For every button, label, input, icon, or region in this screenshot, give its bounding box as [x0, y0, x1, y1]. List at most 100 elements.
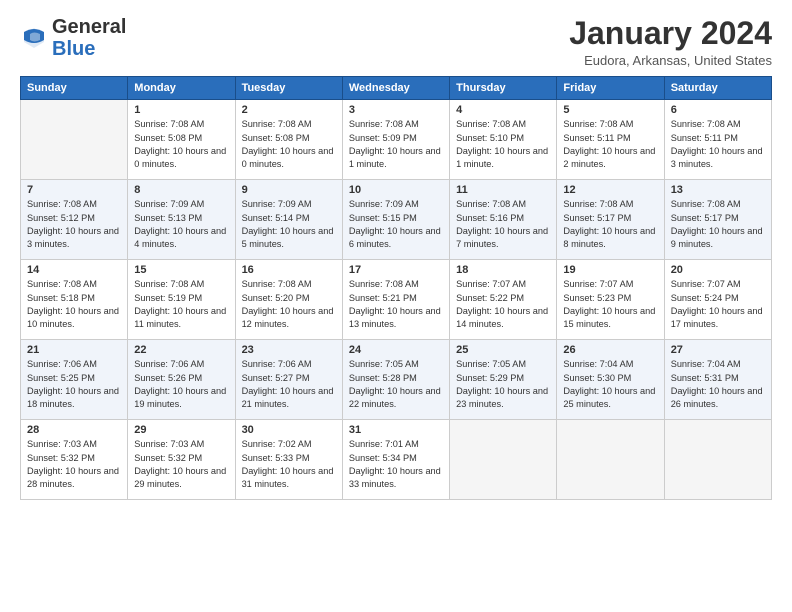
logo-blue: Blue — [52, 38, 126, 60]
day-number: 21 — [27, 344, 121, 356]
day-number: 10 — [349, 184, 443, 196]
day-info: Sunrise: 7:07 AM Sunset: 5:24 PM Dayligh… — [671, 278, 765, 331]
day-number: 20 — [671, 264, 765, 276]
day-cell — [450, 420, 557, 500]
location: Eudora, Arkansas, United States — [569, 53, 772, 68]
week-row-4: 21 Sunrise: 7:06 AM Sunset: 5:25 PM Dayli… — [21, 340, 772, 420]
day-info: Sunrise: 7:07 AM Sunset: 5:23 PM Dayligh… — [563, 278, 657, 331]
day-info: Sunrise: 7:09 AM Sunset: 5:14 PM Dayligh… — [242, 198, 336, 251]
day-number: 3 — [349, 104, 443, 116]
day-cell — [664, 420, 771, 500]
day-cell: 2 Sunrise: 7:08 AM Sunset: 5:08 PM Daylig… — [235, 100, 342, 180]
day-info: Sunrise: 7:08 AM Sunset: 5:12 PM Dayligh… — [27, 198, 121, 251]
day-number: 23 — [242, 344, 336, 356]
day-cell: 28 Sunrise: 7:03 AM Sunset: 5:32 PM Dayli… — [21, 420, 128, 500]
day-number: 27 — [671, 344, 765, 356]
day-info: Sunrise: 7:06 AM Sunset: 5:26 PM Dayligh… — [134, 358, 228, 411]
day-cell: 8 Sunrise: 7:09 AM Sunset: 5:13 PM Daylig… — [128, 180, 235, 260]
day-cell: 3 Sunrise: 7:08 AM Sunset: 5:09 PM Daylig… — [342, 100, 449, 180]
header-row: SundayMondayTuesdayWednesdayThursdayFrid… — [21, 77, 772, 100]
day-info: Sunrise: 7:08 AM Sunset: 5:18 PM Dayligh… — [27, 278, 121, 331]
day-cell: 10 Sunrise: 7:09 AM Sunset: 5:15 PM Dayli… — [342, 180, 449, 260]
week-row-3: 14 Sunrise: 7:08 AM Sunset: 5:18 PM Dayli… — [21, 260, 772, 340]
day-cell: 12Sunrise: 7:08 AM Sunset: 5:17 PM Dayli… — [557, 180, 664, 260]
day-number: 30 — [242, 424, 336, 436]
day-info: Sunrise: 7:06 AM Sunset: 5:25 PM Dayligh… — [27, 358, 121, 411]
day-cell: 1Sunrise: 7:08 AM Sunset: 5:08 PM Daylig… — [128, 100, 235, 180]
day-info: Sunrise: 7:04 AM Sunset: 5:31 PM Dayligh… — [671, 358, 765, 411]
day-cell: 16Sunrise: 7:08 AM Sunset: 5:20 PM Dayli… — [235, 260, 342, 340]
logo: General Blue — [20, 16, 126, 60]
day-info: Sunrise: 7:08 AM Sunset: 5:08 PM Dayligh… — [242, 118, 336, 171]
day-info: Sunrise: 7:05 AM Sunset: 5:28 PM Dayligh… — [349, 358, 443, 411]
day-info: Sunrise: 7:08 AM Sunset: 5:20 PM Dayligh… — [242, 278, 336, 331]
day-cell: 13Sunrise: 7:08 AM Sunset: 5:17 PM Dayli… — [664, 180, 771, 260]
day-cell: 14 Sunrise: 7:08 AM Sunset: 5:18 PM Dayli… — [21, 260, 128, 340]
day-info: Sunrise: 7:08 AM Sunset: 5:09 PM Dayligh… — [349, 118, 443, 171]
day-cell: 11 Sunrise: 7:08 AM Sunset: 5:16 PM Dayli… — [450, 180, 557, 260]
day-number: 2 — [242, 104, 336, 116]
col-header-sunday: Sunday — [21, 77, 128, 100]
day-cell: 22 Sunrise: 7:06 AM Sunset: 5:26 PM Dayli… — [128, 340, 235, 420]
day-cell: 29Sunrise: 7:03 AM Sunset: 5:32 PM Dayli… — [128, 420, 235, 500]
day-cell: 20 Sunrise: 7:07 AM Sunset: 5:24 PM Dayli… — [664, 260, 771, 340]
week-row-1: 1Sunrise: 7:08 AM Sunset: 5:08 PM Daylig… — [21, 100, 772, 180]
day-info: Sunrise: 7:04 AM Sunset: 5:30 PM Dayligh… — [563, 358, 657, 411]
day-number: 22 — [134, 344, 228, 356]
day-cell: 25 Sunrise: 7:05 AM Sunset: 5:29 PM Dayli… — [450, 340, 557, 420]
day-info: Sunrise: 7:01 AM Sunset: 5:34 PM Dayligh… — [349, 438, 443, 491]
day-number: 14 — [27, 264, 121, 276]
day-number: 5 — [563, 104, 657, 116]
month-title: January 2024 — [569, 16, 772, 51]
day-cell: 26Sunrise: 7:04 AM Sunset: 5:30 PM Dayli… — [557, 340, 664, 420]
day-info: Sunrise: 7:03 AM Sunset: 5:32 PM Dayligh… — [27, 438, 121, 491]
col-header-tuesday: Tuesday — [235, 77, 342, 100]
day-info: Sunrise: 7:02 AM Sunset: 5:33 PM Dayligh… — [242, 438, 336, 491]
day-cell: 6Sunrise: 7:08 AM Sunset: 5:11 PM Daylig… — [664, 100, 771, 180]
day-number: 8 — [134, 184, 228, 196]
day-info: Sunrise: 7:05 AM Sunset: 5:29 PM Dayligh… — [456, 358, 550, 411]
day-number: 18 — [456, 264, 550, 276]
logo-general: General — [52, 16, 126, 38]
day-number: 28 — [27, 424, 121, 436]
day-cell — [21, 100, 128, 180]
day-info: Sunrise: 7:09 AM Sunset: 5:15 PM Dayligh… — [349, 198, 443, 251]
day-number: 4 — [456, 104, 550, 116]
day-info: Sunrise: 7:08 AM Sunset: 5:21 PM Dayligh… — [349, 278, 443, 331]
day-info: Sunrise: 7:08 AM Sunset: 5:11 PM Dayligh… — [563, 118, 657, 171]
day-cell: 24 Sunrise: 7:05 AM Sunset: 5:28 PM Dayli… — [342, 340, 449, 420]
col-header-saturday: Saturday — [664, 77, 771, 100]
day-number: 31 — [349, 424, 443, 436]
day-number: 29 — [134, 424, 228, 436]
day-info: Sunrise: 7:08 AM Sunset: 5:19 PM Dayligh… — [134, 278, 228, 331]
day-cell: 27 Sunrise: 7:04 AM Sunset: 5:31 PM Dayli… — [664, 340, 771, 420]
day-cell: 7Sunrise: 7:08 AM Sunset: 5:12 PM Daylig… — [21, 180, 128, 260]
col-header-friday: Friday — [557, 77, 664, 100]
header: General Blue January 2024 Eudora, Arkans… — [20, 16, 772, 68]
day-number: 15 — [134, 264, 228, 276]
col-header-wednesday: Wednesday — [342, 77, 449, 100]
logo-icon — [20, 24, 48, 52]
calendar-table: SundayMondayTuesdayWednesdayThursdayFrid… — [20, 76, 772, 500]
day-number: 19 — [563, 264, 657, 276]
day-number: 17 — [349, 264, 443, 276]
day-info: Sunrise: 7:06 AM Sunset: 5:27 PM Dayligh… — [242, 358, 336, 411]
day-info: Sunrise: 7:08 AM Sunset: 5:17 PM Dayligh… — [671, 198, 765, 251]
day-info: Sunrise: 7:07 AM Sunset: 5:22 PM Dayligh… — [456, 278, 550, 331]
day-info: Sunrise: 7:08 AM Sunset: 5:08 PM Dayligh… — [134, 118, 228, 171]
day-cell: 30 Sunrise: 7:02 AM Sunset: 5:33 PM Dayli… — [235, 420, 342, 500]
day-cell: 15 Sunrise: 7:08 AM Sunset: 5:19 PM Dayli… — [128, 260, 235, 340]
day-cell: 9Sunrise: 7:09 AM Sunset: 5:14 PM Daylig… — [235, 180, 342, 260]
day-number: 24 — [349, 344, 443, 356]
week-row-5: 28 Sunrise: 7:03 AM Sunset: 5:32 PM Dayli… — [21, 420, 772, 500]
title-block: January 2024 Eudora, Arkansas, United St… — [569, 16, 772, 68]
day-info: Sunrise: 7:09 AM Sunset: 5:13 PM Dayligh… — [134, 198, 228, 251]
page: General Blue January 2024 Eudora, Arkans… — [0, 0, 792, 612]
day-number: 6 — [671, 104, 765, 116]
day-number: 11 — [456, 184, 550, 196]
day-cell: 31 Sunrise: 7:01 AM Sunset: 5:34 PM Dayli… — [342, 420, 449, 500]
day-cell: 23 Sunrise: 7:06 AM Sunset: 5:27 PM Dayli… — [235, 340, 342, 420]
day-info: Sunrise: 7:08 AM Sunset: 5:16 PM Dayligh… — [456, 198, 550, 251]
day-number: 25 — [456, 344, 550, 356]
day-cell — [557, 420, 664, 500]
